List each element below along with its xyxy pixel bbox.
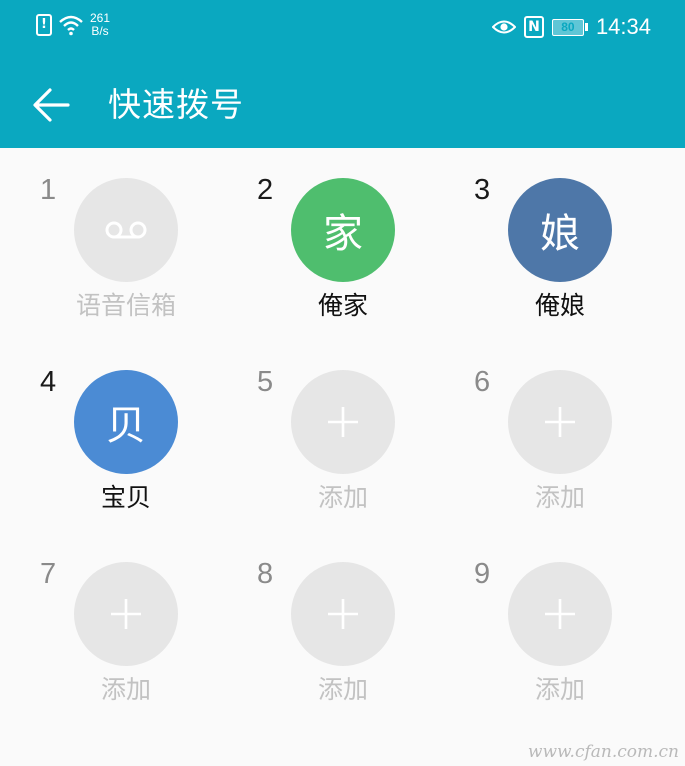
slot-number: 6 — [474, 366, 491, 398]
speed-dial-slot-6[interactable]: 6 添加 — [434, 340, 662, 532]
status-time: 14:34 — [595, 14, 651, 39]
slot-number: 2 — [257, 174, 274, 206]
wifi-icon — [59, 15, 83, 36]
plus-icon — [545, 599, 575, 629]
back-button[interactable] — [28, 82, 74, 128]
battery-level: 80 — [551, 18, 584, 36]
slot-label: 俺娘 — [534, 291, 585, 320]
status-right: N 80 14:34 — [491, 14, 651, 40]
slot-label: 添加 — [534, 675, 585, 704]
slot-label: 添加 — [317, 675, 368, 704]
plus-icon — [328, 407, 358, 437]
speed-dial-slot-2[interactable]: 2 家 俺家 — [217, 148, 445, 340]
slot-number: 9 — [474, 558, 491, 590]
status-left: 261 B/s — [36, 12, 110, 38]
slot-avatar — [74, 178, 178, 282]
slot-avatar — [508, 562, 612, 666]
slot-avatar — [291, 562, 395, 666]
app-bar: 快速拨号 — [0, 58, 685, 148]
speed-dial-slot-4[interactable]: 4 贝 宝贝 — [0, 340, 228, 532]
status-bar: 261 B/s N 80 14:34 — [0, 0, 685, 58]
top-bar: 261 B/s N 80 14:34 快速拨号 — [0, 0, 685, 148]
arrow-left-icon — [33, 88, 70, 122]
plus-icon — [328, 599, 358, 629]
battery-icon: 80 — [551, 18, 588, 36]
contact-avatar: 家 — [291, 178, 395, 282]
contact-avatar: 贝 — [74, 370, 178, 474]
eye-comfort-icon — [491, 20, 516, 34]
network-speed-unit: B/s — [91, 24, 109, 38]
network-speed: 261 B/s — [90, 12, 110, 38]
slot-label: 添加 — [317, 483, 368, 512]
slot-number: 4 — [40, 366, 57, 398]
plus-icon — [111, 599, 141, 629]
slot-label: 语音信箱 — [75, 291, 176, 320]
sim-alert-icon — [36, 14, 52, 36]
slot-number: 1 — [40, 174, 57, 206]
page-title: 快速拨号 — [108, 85, 244, 124]
plus-icon — [545, 407, 575, 437]
battery-tip — [584, 23, 588, 31]
slot-avatar — [74, 562, 178, 666]
speed-dial-slot-3[interactable]: 3 娘 俺娘 — [434, 148, 662, 340]
slot-label: 添加 — [100, 675, 151, 704]
slot-number: 5 — [257, 366, 274, 398]
slot-label: 添加 — [534, 483, 585, 512]
slot-number: 8 — [257, 558, 274, 590]
speed-dial-slot-5[interactable]: 5 添加 — [217, 340, 445, 532]
speed-dial-slot-8[interactable]: 8 添加 — [217, 532, 445, 724]
slot-avatar — [508, 370, 612, 474]
speed-dial-slot-1[interactable]: 1 语音信箱 — [0, 148, 228, 340]
slot-number: 3 — [474, 174, 491, 206]
watermark: www.cfan.com.cn — [527, 742, 679, 762]
slot-avatar — [291, 370, 395, 474]
slot-number: 7 — [40, 558, 57, 590]
speed-dial-slot-7[interactable]: 7 添加 — [0, 532, 228, 724]
nfc-icon: N — [523, 16, 544, 38]
voicemail-icon — [105, 221, 147, 239]
slot-label: 宝贝 — [100, 483, 151, 512]
slot-label: 俺家 — [317, 291, 368, 320]
speed-dial-slot-9[interactable]: 9 添加 — [434, 532, 662, 724]
contact-avatar: 娘 — [508, 178, 612, 282]
